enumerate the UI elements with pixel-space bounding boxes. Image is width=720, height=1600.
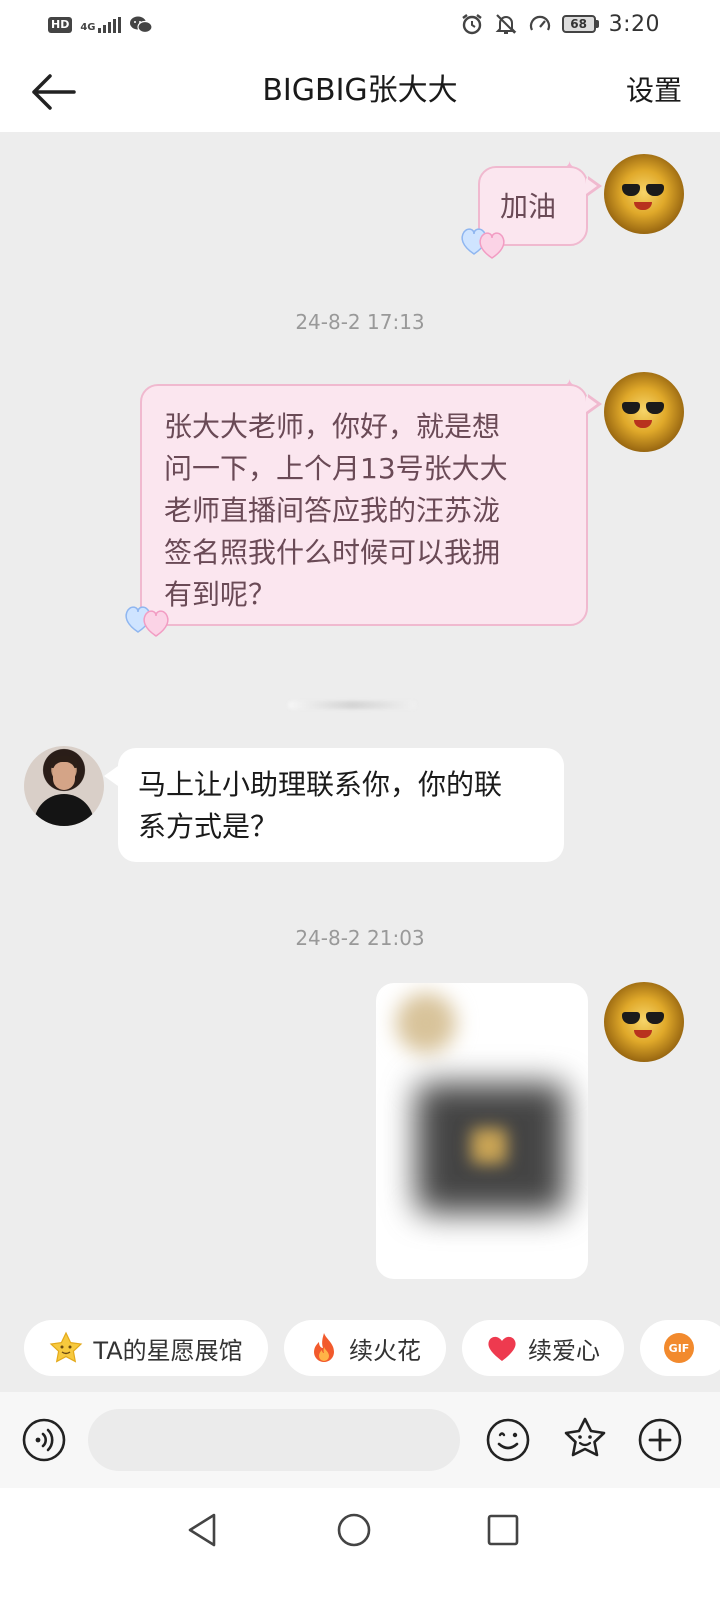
heart-icon [488,1336,516,1361]
message-line: 张大大老师，你好，就是想 [164,410,501,443]
more-button[interactable] [638,1418,682,1462]
nav-recents-icon[interactable] [486,1513,520,1547]
status-time: 3:20 [608,11,660,37]
my-avatar[interactable] [604,372,684,452]
message-input[interactable] [88,1409,460,1471]
message-line: 签名照我什么时候可以我拥 [164,536,501,569]
status-bar: HD 4G 68 3:20 [0,0,720,50]
star-face-icon [50,1331,83,1363]
chat-header: BIGBIG张大大 设置 [0,50,720,132]
chip-continue-spark[interactable]: 续火花 [284,1320,446,1376]
hearts-decoration-icon [125,606,169,637]
signal-indicator: 4G [80,17,121,33]
back-button[interactable] [30,72,76,112]
mute-bell-icon [495,14,517,34]
message-line: 系方式是？ [138,810,279,843]
my-avatar[interactable] [604,982,684,1062]
chip-continue-heart[interactable]: 续爱心 [462,1320,624,1376]
emoji-icon [486,1418,530,1462]
hd-badge: HD [48,17,73,33]
star-sticker-icon [564,1417,606,1457]
status-right-group: 68 3:20 [460,10,660,38]
network-type: 4G [80,22,96,33]
nav-home-icon[interactable] [336,1512,372,1548]
battery-icon: 68 [561,15,599,33]
status-left-group: HD 4G [48,12,153,38]
image-message-blurred[interactable] [376,983,588,1279]
chip-label: TA的星愿展馆 [93,1336,243,1365]
chip-star-gallery[interactable]: TA的星愿展馆 [24,1320,268,1376]
input-bar [0,1392,720,1488]
redacted-text [288,701,416,709]
wechat-icon [129,16,153,34]
signal-bars-icon [97,17,121,33]
plus-icon [638,1418,682,1462]
speedometer-icon [529,15,550,31]
alarm-icon [461,14,482,35]
bubble-tail-inner [586,178,597,194]
message-line: 马上让小助理联系你，你的联 [138,768,503,801]
message-text: 加油 [500,190,557,223]
bubble-tail-inner [586,396,597,412]
fire-icon [314,1333,334,1362]
nav-back-icon[interactable] [186,1512,218,1548]
message-bubble-contact[interactable]: 马上让小助理联系你，你的联 系方式是？ [118,748,564,862]
chip-gif[interactable]: GIF [640,1320,720,1376]
hearts-decoration-icon [461,228,505,259]
contact-avatar[interactable] [24,746,104,826]
message-line: 问一下，上个月13号张大大 [164,452,508,485]
system-nav-bar [0,1488,720,1600]
voice-button[interactable] [22,1418,66,1462]
voice-icon [22,1418,66,1462]
message-timestamp: 24-8-2 21:03 [295,926,425,950]
gif-icon: GIF [664,1333,694,1363]
message-line: 老师直播间答应我的汪苏泷 [164,494,501,527]
emoji-button[interactable] [486,1418,530,1462]
sticker-button[interactable] [562,1416,606,1460]
chip-label: 续火花 [349,1336,421,1365]
message-line: 有到呢？ [164,578,277,611]
battery-level: 68 [561,15,596,33]
chip-label: 续爱心 [528,1336,600,1365]
page-title: BIGBIG张大大 [262,73,458,108]
my-avatar[interactable] [604,154,684,234]
bubble-tail [104,766,118,786]
back-arrow-icon [32,74,76,110]
message-timestamp: 24-8-2 17:13 [295,310,425,334]
message-bubble-mine[interactable]: 张大大老师，你好，就是想 问一下，上个月13号张大大 老师直播间答应我的汪苏泷 … [140,384,588,626]
settings-button[interactable]: 设置 [626,70,682,112]
